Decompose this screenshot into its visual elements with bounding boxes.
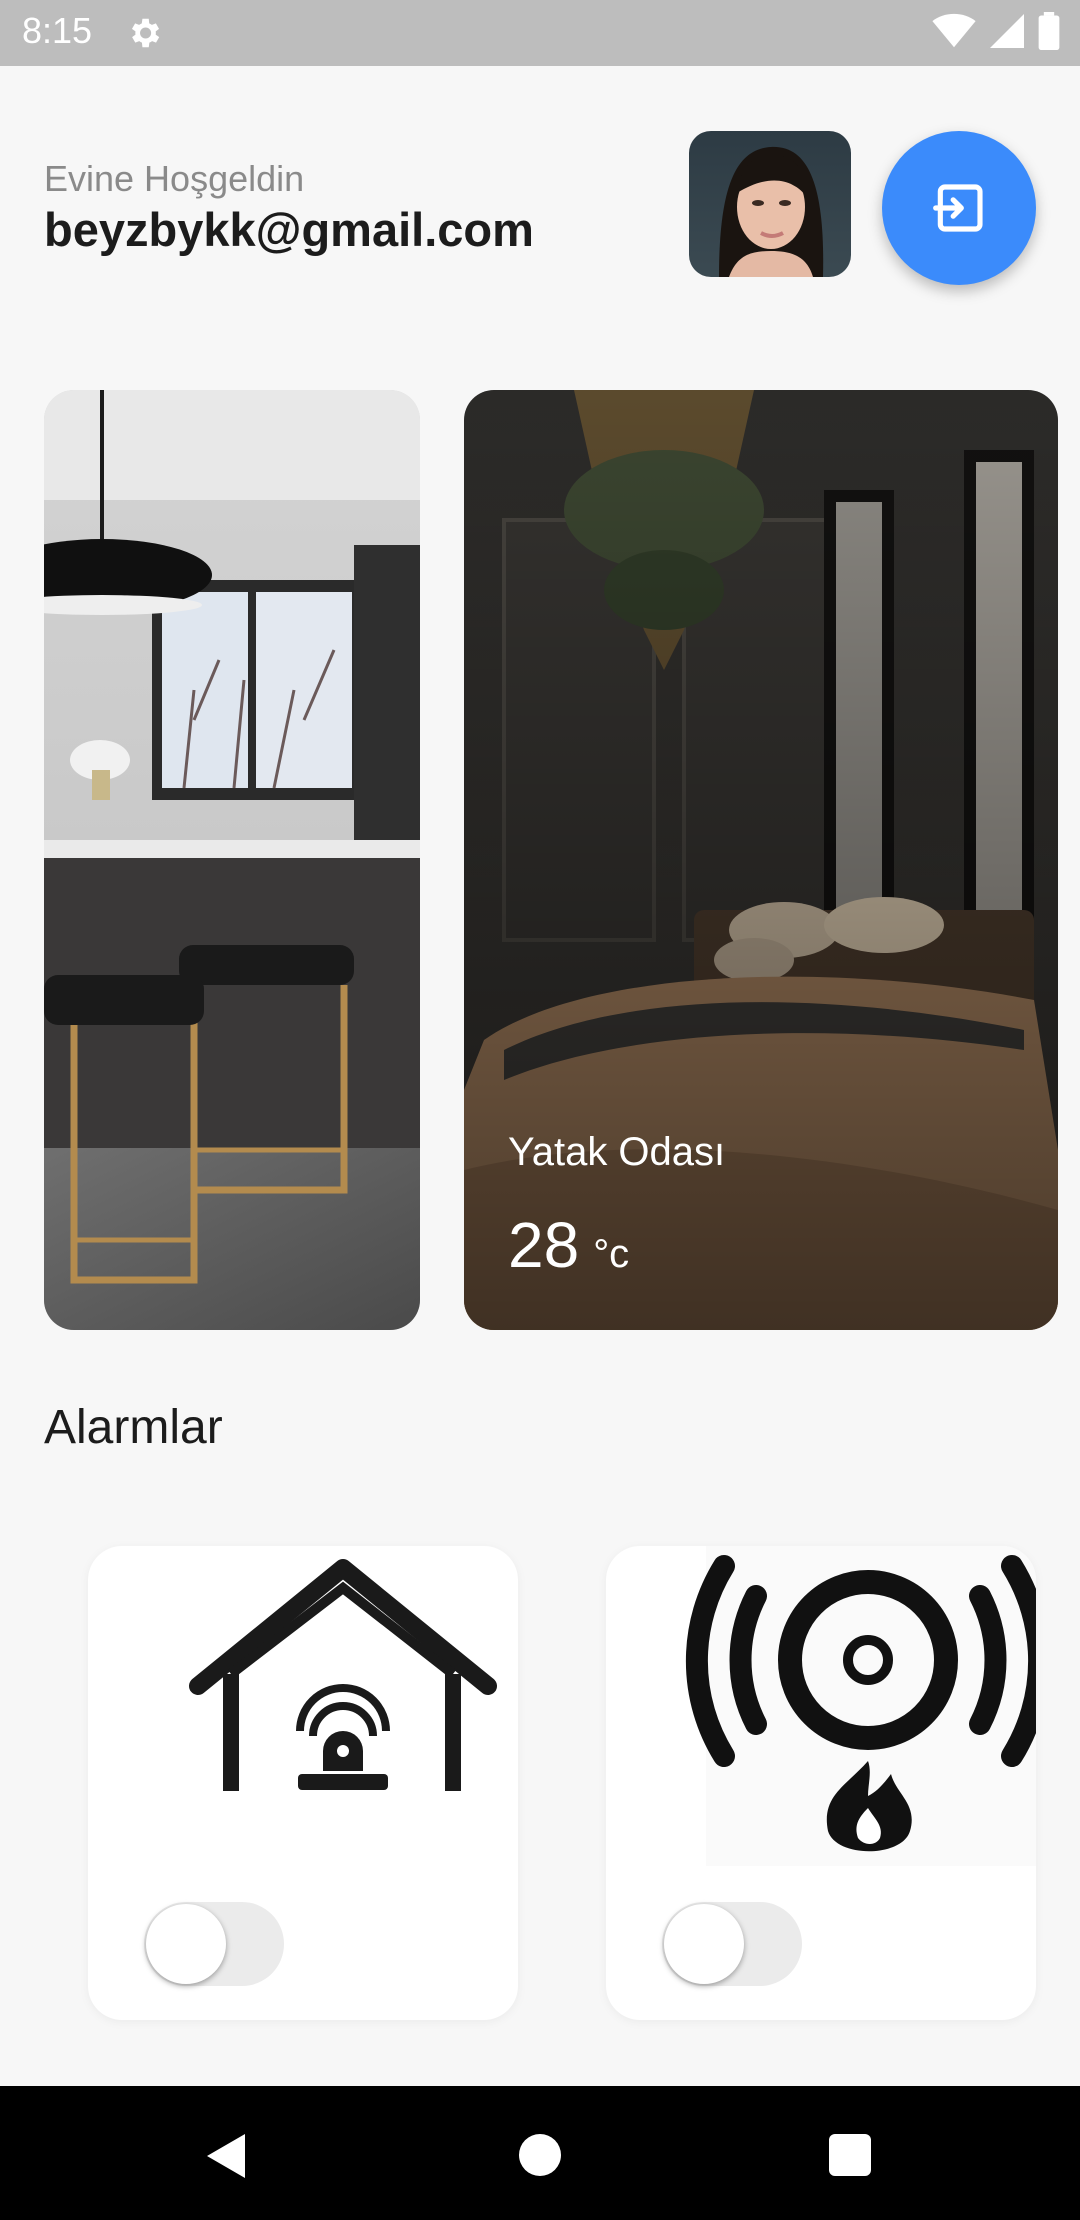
status-time: 8:15 (22, 10, 93, 51)
avatar[interactable] (689, 131, 851, 277)
room-card-bedroom[interactable]: Yatak Odası 28 °c (464, 390, 1058, 1330)
battery-icon (1038, 12, 1060, 50)
wifi-icon (932, 13, 976, 48)
alarm-toggle-fire[interactable] (662, 1902, 802, 1986)
alarms-section-title: Alarmlar (44, 1401, 223, 1454)
alarm-card-fire[interactable] (606, 1546, 1036, 2020)
home-siren-icon (189, 1559, 497, 1791)
settings-icon (131, 18, 160, 48)
signal-icon (990, 14, 1024, 48)
room-card-kitchen[interactable] (44, 390, 420, 1330)
toggle-knob (146, 1904, 226, 1984)
kitchen-photo (44, 390, 420, 1330)
navigation-bar (0, 2086, 1080, 2220)
temperature-value: 28 (508, 1209, 580, 1281)
back-icon[interactable] (205, 2132, 247, 2180)
greeting-text: Evine Hoşgeldin (44, 158, 305, 199)
recents-icon[interactable] (829, 2134, 871, 2176)
alarm-card-home[interactable] (88, 1546, 518, 2020)
temperature-unit: °c (593, 1232, 630, 1276)
toggle-knob (664, 1904, 744, 1984)
logout-button[interactable] (882, 131, 1036, 285)
room-temperature: 28 °c (508, 1208, 629, 1282)
alarm-toggle-home[interactable] (144, 1902, 284, 1986)
status-bar: 8:15 (0, 0, 1080, 66)
fire-alarm-icon (685, 1546, 1036, 1866)
home-icon[interactable] (519, 2134, 561, 2176)
room-name: Yatak Odası (508, 1130, 726, 1174)
bedroom-photo (464, 390, 1058, 1330)
login-icon (933, 184, 983, 232)
user-email: beyzbykk@gmail.com (44, 203, 534, 256)
